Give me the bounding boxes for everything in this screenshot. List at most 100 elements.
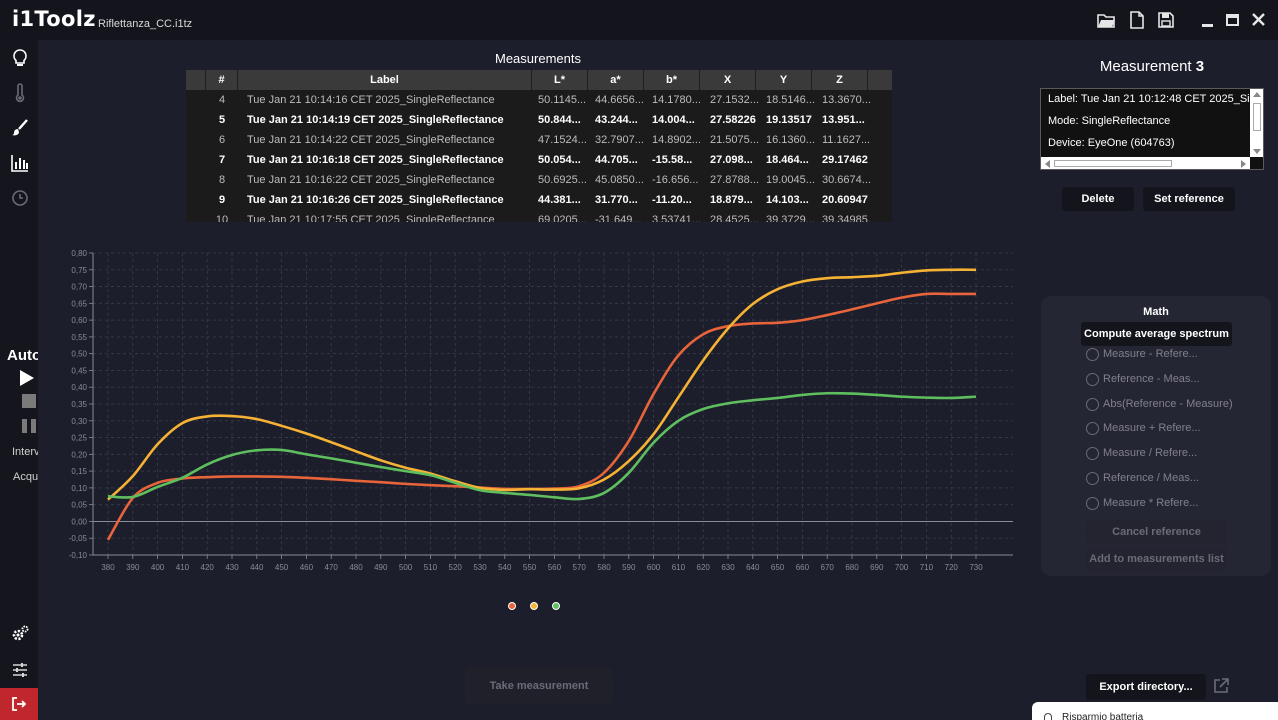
auto-title: Auto xyxy=(7,347,38,364)
math-option-label: Measure / Refere... xyxy=(1103,447,1198,460)
cell-y: 16.1360... xyxy=(766,134,815,146)
x-tick-label: 680 xyxy=(845,563,859,572)
legend-marker[interactable] xyxy=(530,602,538,610)
cell-l: 50.6925... xyxy=(538,174,587,186)
info-vertical-scrollbar[interactable] xyxy=(1250,89,1263,157)
export-directory-button[interactable]: Export directory... xyxy=(1086,674,1206,700)
cell-z: 39.34985... xyxy=(822,214,872,222)
column-header-a[interactable]: a* xyxy=(588,70,644,90)
math-option-label: Abs(Reference - Measure) xyxy=(1103,397,1233,410)
cell-l: 69.0205... xyxy=(538,214,587,222)
table-row[interactable]: 6 Tue Jan 21 10:14:22 CET 2025_SingleRefl… xyxy=(186,130,878,150)
scroll-down-icon[interactable] xyxy=(1253,149,1261,154)
radio-button-icon[interactable] xyxy=(1086,348,1099,361)
cell-l: 47.1524... xyxy=(538,134,587,146)
x-tick-label: 670 xyxy=(821,563,835,572)
info-mode-line: Mode: SingleReflectance xyxy=(1048,115,1171,127)
radio-button-icon[interactable] xyxy=(1086,422,1099,436)
compute-average-button[interactable]: Compute average spectrum xyxy=(1081,322,1232,346)
app-window: i1Toolz Riflettanza_CC.i1tz Auto Interv … xyxy=(0,0,1278,720)
cell-label: Tue Jan 21 10:14:16 CET 2025_SingleRefle… xyxy=(247,94,495,106)
column-header-z[interactable]: Z xyxy=(812,70,868,90)
radio-button-icon[interactable] xyxy=(1086,472,1099,485)
x-tick-label: 710 xyxy=(920,563,934,572)
thermometer-icon[interactable] xyxy=(10,83,30,103)
x-tick-label: 560 xyxy=(548,563,562,572)
measurements-table: # Label L* a* b* X Y Z 4 Tue Jan 21 10:14… xyxy=(186,70,892,222)
brush-icon[interactable] xyxy=(10,118,30,138)
close-icon[interactable] xyxy=(1250,11,1268,29)
cell-b: -11.20... xyxy=(652,194,692,206)
delete-button[interactable]: Delete xyxy=(1062,187,1134,211)
column-header-b[interactable]: b* xyxy=(644,70,700,90)
column-header-label[interactable]: Label xyxy=(238,70,532,90)
table-row[interactable]: 8 Tue Jan 21 10:16:22 CET 2025_SingleRefl… xyxy=(186,170,878,190)
sliders-icon[interactable] xyxy=(10,660,30,680)
set-reference-button[interactable]: Set reference xyxy=(1143,187,1235,211)
stop-icon[interactable] xyxy=(22,394,36,408)
cancel-reference-button[interactable]: Cancel reference xyxy=(1086,520,1227,544)
cell-z: 13.951... xyxy=(822,114,865,126)
take-measurement-button[interactable]: Take measurement xyxy=(465,667,613,705)
table-row[interactable]: 4 Tue Jan 21 10:14:16 CET 2025_SingleRefl… xyxy=(186,90,878,110)
scroll-up-icon[interactable] xyxy=(1253,92,1261,97)
legend-marker[interactable] xyxy=(508,602,516,610)
cell-x: 28.4525... xyxy=(710,214,759,222)
cell-y: 14.103... xyxy=(766,194,809,206)
table-row[interactable]: 5 Tue Jan 21 10:14:19 CET 2025_SingleRefl… xyxy=(186,110,878,130)
external-link-icon[interactable] xyxy=(1212,677,1230,695)
x-tick-label: 600 xyxy=(647,563,661,572)
cell-a: 31.770... xyxy=(595,194,638,206)
cell-b: 14.004... xyxy=(652,114,695,126)
logout-button[interactable] xyxy=(0,688,38,720)
scroll-left-icon[interactable] xyxy=(1045,160,1050,168)
table-row[interactable]: 10 Tue Jan 21 10:17:55 CET 2025_SingleRef… xyxy=(186,210,878,222)
table-row[interactable]: 7 Tue Jan 21 10:16:18 CET 2025_SingleRefl… xyxy=(186,150,878,170)
scrollbar-thumb[interactable] xyxy=(1253,103,1261,131)
column-header-x[interactable]: X xyxy=(700,70,756,90)
radio-button-icon[interactable] xyxy=(1086,397,1099,411)
play-icon[interactable] xyxy=(20,370,34,386)
radio-button-icon[interactable] xyxy=(1086,372,1099,386)
measurement-heading-prefix: Measurement xyxy=(1099,58,1192,75)
minimize-icon[interactable] xyxy=(1199,11,1217,29)
x-tick-label: 530 xyxy=(473,563,487,572)
radio-button-icon[interactable] xyxy=(1086,496,1099,510)
legend-marker[interactable] xyxy=(552,602,560,610)
battery-saver-notification[interactable]: Risparmio batteria xyxy=(1032,702,1278,720)
lightbulb-icon[interactable] xyxy=(10,48,30,68)
y-tick-label: 0,40 xyxy=(71,383,87,392)
math-option-label: Measure * Refere... xyxy=(1103,496,1199,509)
scroll-right-icon[interactable] xyxy=(1241,160,1246,168)
x-tick-label: 610 xyxy=(672,563,686,572)
cell-label: Tue Jan 21 10:14:22 CET 2025_SingleRefle… xyxy=(247,134,495,146)
save-icon[interactable] xyxy=(1157,11,1175,29)
column-header-y[interactable]: Y xyxy=(756,70,812,90)
measurement-heading: Measurement 3 xyxy=(1040,58,1264,75)
table-row[interactable]: 9 Tue Jan 21 10:16:26 CET 2025_SingleRefl… xyxy=(186,190,878,210)
column-header-l[interactable]: L* xyxy=(532,70,588,90)
clock-icon[interactable] xyxy=(10,188,30,208)
x-tick-label: 620 xyxy=(697,563,711,572)
scrollbar-thumb[interactable] xyxy=(1054,160,1172,167)
cell-z: 11.1627... xyxy=(822,134,871,146)
add-to-measurements-button[interactable]: Add to measurements list xyxy=(1086,547,1227,571)
bar-chart-icon[interactable] xyxy=(10,153,30,173)
cell-number: 8 xyxy=(218,174,226,186)
math-panel: Math Compute average spectrum Measure - … xyxy=(1041,296,1271,576)
settings-gears-icon[interactable] xyxy=(10,624,30,644)
x-tick-label: 400 xyxy=(151,563,165,572)
column-header-number[interactable]: # xyxy=(206,70,238,90)
maximize-icon[interactable] xyxy=(1224,11,1242,29)
info-horizontal-scrollbar[interactable] xyxy=(1041,157,1250,169)
open-folder-icon[interactable] xyxy=(1097,11,1115,29)
radio-button-icon[interactable] xyxy=(1086,447,1099,461)
x-tick-label: 420 xyxy=(201,563,215,572)
cell-l: 50.054... xyxy=(538,154,581,166)
cell-z: 13.3670... xyxy=(822,94,871,106)
new-file-icon[interactable] xyxy=(1128,11,1146,29)
x-tick-label: 510 xyxy=(424,563,438,572)
y-tick-label: 0,00 xyxy=(71,517,87,526)
pause-icon[interactable] xyxy=(22,419,36,433)
series-green-line xyxy=(107,391,977,501)
